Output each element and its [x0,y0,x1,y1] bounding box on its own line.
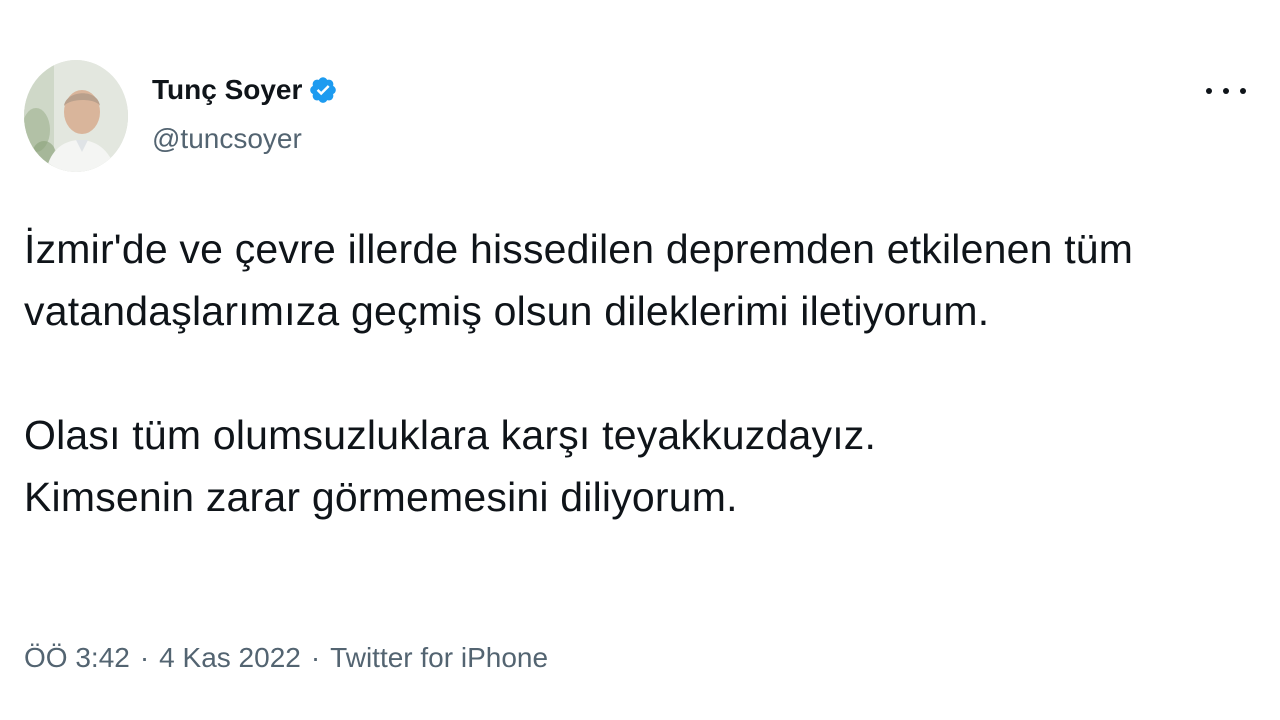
tweet-line: Kimsenin zarar görmemesini diliyorum. [24,474,738,520]
meta-separator: · [310,642,321,673]
more-horizontal-icon-dot [1240,88,1246,94]
avatar[interactable] [24,60,128,172]
tweet-date[interactable]: 4 Kas 2022 [159,642,301,673]
tweet-paragraph: İzmir'de ve çevre illerde hissedilen dep… [24,226,1134,334]
avatar-image [24,60,128,172]
tweet-card: Tunç Soyer @tuncsoyer İzmir'de ve çevre … [0,0,1280,720]
author-handle[interactable]: @tuncsoyer [152,121,302,157]
author-name[interactable]: Tunç Soyer [152,72,338,108]
more-horizontal-icon-dot [1223,88,1229,94]
more-options-button[interactable] [1206,80,1246,102]
tweet-time[interactable]: ÖÖ 3:42 [24,642,130,673]
verified-badge-icon [308,75,338,105]
more-horizontal-icon [1206,88,1212,94]
tweet-line: Olası tüm olumsuzluklara karşı teyakkuzd… [24,412,877,458]
tweet-text: İzmir'de ve çevre illerde hissedilen dep… [24,218,1254,528]
tweet-meta: ÖÖ 3:42 · 4 Kas 2022 · Twitter for iPhone [24,638,548,678]
meta-separator: · [139,642,150,673]
tweet-paragraph: Olası tüm olumsuzluklara karşı teyakkuzd… [24,404,1254,528]
tweet-source-link[interactable]: Twitter for iPhone [330,642,548,673]
author-name-text[interactable]: Tunç Soyer [152,74,302,105]
